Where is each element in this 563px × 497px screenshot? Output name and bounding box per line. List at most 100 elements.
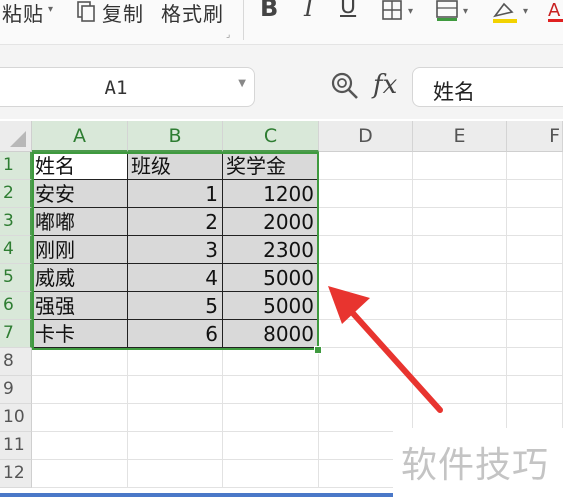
row-header-11[interactable]: 11 xyxy=(0,432,32,460)
cell-b6[interactable]: 5 xyxy=(128,292,223,320)
column-header-f[interactable]: F xyxy=(507,121,563,152)
cell-a7[interactable]: 卡卡 xyxy=(32,320,128,348)
empty-cell[interactable] xyxy=(128,404,223,432)
formula-input[interactable]: 姓名 xyxy=(412,67,563,107)
cell-b3[interactable]: 2 xyxy=(128,208,223,236)
underline-button[interactable]: U xyxy=(340,0,356,19)
cell-a4[interactable]: 刚刚 xyxy=(32,236,128,264)
cell-b1[interactable]: 班级 xyxy=(128,152,223,180)
empty-cell[interactable] xyxy=(319,236,413,264)
cell-c5[interactable]: 5000 xyxy=(223,264,319,292)
row-header-4[interactable]: 4 xyxy=(0,236,32,264)
italic-button[interactable]: I xyxy=(304,0,313,22)
empty-cell[interactable] xyxy=(32,460,128,488)
row-header-10[interactable]: 10 xyxy=(0,404,32,432)
empty-cell[interactable] xyxy=(507,180,563,208)
row-header-8[interactable]: 8 xyxy=(0,348,32,376)
empty-cell[interactable] xyxy=(507,236,563,264)
empty-cell[interactable] xyxy=(223,348,319,376)
highlight-color-icon[interactable]: ▾ xyxy=(492,0,536,24)
row-header-7[interactable]: 7 xyxy=(0,320,32,348)
paste-dropdown-icon[interactable]: ▾ xyxy=(48,4,53,15)
cell-a6[interactable]: 强强 xyxy=(32,292,128,320)
dialog-launcher-icon[interactable]: ⌟ xyxy=(226,30,230,40)
font-color-icon[interactable]: A xyxy=(548,0,563,24)
cell-c2[interactable]: 1200 xyxy=(223,180,319,208)
empty-cell[interactable] xyxy=(507,208,563,236)
select-all-corner[interactable] xyxy=(0,121,32,152)
empty-cell[interactable] xyxy=(128,348,223,376)
row-header-1[interactable]: 1 xyxy=(0,152,32,180)
cell-c7[interactable]: 8000 xyxy=(223,320,319,348)
fx-button[interactable]: fx xyxy=(373,70,397,100)
empty-cell[interactable] xyxy=(507,348,563,376)
empty-cell[interactable] xyxy=(507,376,563,404)
empty-cell[interactable] xyxy=(128,460,223,488)
empty-cell[interactable] xyxy=(319,152,413,180)
row-header-9[interactable]: 9 xyxy=(0,376,32,404)
empty-cell[interactable] xyxy=(413,180,507,208)
svg-text:▾: ▾ xyxy=(408,6,413,17)
empty-cell[interactable] xyxy=(32,348,128,376)
empty-cell[interactable] xyxy=(413,208,507,236)
borders-icon[interactable]: ▾ xyxy=(382,0,422,22)
empty-cell[interactable] xyxy=(413,152,507,180)
copy-button[interactable]: 复制 xyxy=(102,0,144,27)
empty-cell[interactable] xyxy=(32,376,128,404)
cell-a1[interactable]: 姓名 xyxy=(32,152,128,180)
empty-cell[interactable] xyxy=(507,292,563,320)
empty-cell[interactable] xyxy=(32,404,128,432)
column-header-a[interactable]: A xyxy=(32,121,128,152)
empty-cell[interactable] xyxy=(223,460,319,488)
svg-text:A: A xyxy=(548,0,561,21)
empty-cell[interactable] xyxy=(223,404,319,432)
column-header-c[interactable]: C xyxy=(223,121,319,152)
row-header-2[interactable]: 2 xyxy=(0,180,32,208)
ribbon-toolbar: 粘贴 ▾ 复制 格式刷 ⌟ B I U ▾ ▾ ▾ A xyxy=(0,0,563,45)
formula-bar: A1 ▼ fx 姓名 xyxy=(0,45,563,119)
name-box-dropdown-icon[interactable]: ▼ xyxy=(238,78,246,89)
row-header-6[interactable]: 6 xyxy=(0,292,32,320)
row-header-5[interactable]: 5 xyxy=(0,264,32,292)
column-header-b[interactable]: B xyxy=(128,121,223,152)
column-header-e[interactable]: E xyxy=(413,121,507,152)
empty-cell[interactable] xyxy=(319,208,413,236)
row-header-12[interactable]: 12 xyxy=(0,460,32,488)
cell-c6[interactable]: 5000 xyxy=(223,292,319,320)
empty-cell[interactable] xyxy=(32,432,128,460)
cell-b7[interactable]: 6 xyxy=(128,320,223,348)
paste-button[interactable]: 粘贴 xyxy=(2,0,44,27)
name-box[interactable]: A1 ▼ xyxy=(0,67,255,107)
fill-color-icon[interactable]: ▾ xyxy=(436,0,476,22)
formula-content: 姓名 xyxy=(433,80,475,104)
cell-c4[interactable]: 2300 xyxy=(223,236,319,264)
cell-a3[interactable]: 嘟嘟 xyxy=(32,208,128,236)
column-header-d[interactable]: D xyxy=(319,121,413,152)
empty-cell[interactable] xyxy=(507,320,563,348)
empty-cell[interactable] xyxy=(128,376,223,404)
zoom-icon[interactable] xyxy=(331,72,359,100)
row-header-3[interactable]: 3 xyxy=(0,208,32,236)
watermark-text: 软件技巧 xyxy=(401,445,550,486)
cell-b5[interactable]: 4 xyxy=(128,264,223,292)
empty-cell[interactable] xyxy=(223,432,319,460)
cell-a5[interactable]: 威威 xyxy=(32,264,128,292)
cell-c3[interactable]: 2000 xyxy=(223,208,319,236)
empty-cell[interactable] xyxy=(507,264,563,292)
svg-text:▾: ▾ xyxy=(523,6,528,17)
bold-button[interactable]: B xyxy=(260,0,278,22)
cell-c1[interactable]: 奖学金 xyxy=(223,152,319,180)
empty-cell[interactable] xyxy=(223,376,319,404)
empty-cell[interactable] xyxy=(413,236,507,264)
corner-triangle-icon xyxy=(10,131,26,147)
red-arrow-annotation xyxy=(328,286,443,413)
empty-cell[interactable] xyxy=(319,180,413,208)
name-box-value: A1 xyxy=(104,77,128,99)
cell-a2[interactable]: 安安 xyxy=(32,180,128,208)
format-painter-button[interactable]: 格式刷 xyxy=(161,0,224,27)
empty-cell[interactable] xyxy=(128,432,223,460)
copy-icon[interactable] xyxy=(76,1,96,23)
cell-b2[interactable]: 1 xyxy=(128,180,223,208)
empty-cell[interactable] xyxy=(507,152,563,180)
cell-b4[interactable]: 3 xyxy=(128,236,223,264)
